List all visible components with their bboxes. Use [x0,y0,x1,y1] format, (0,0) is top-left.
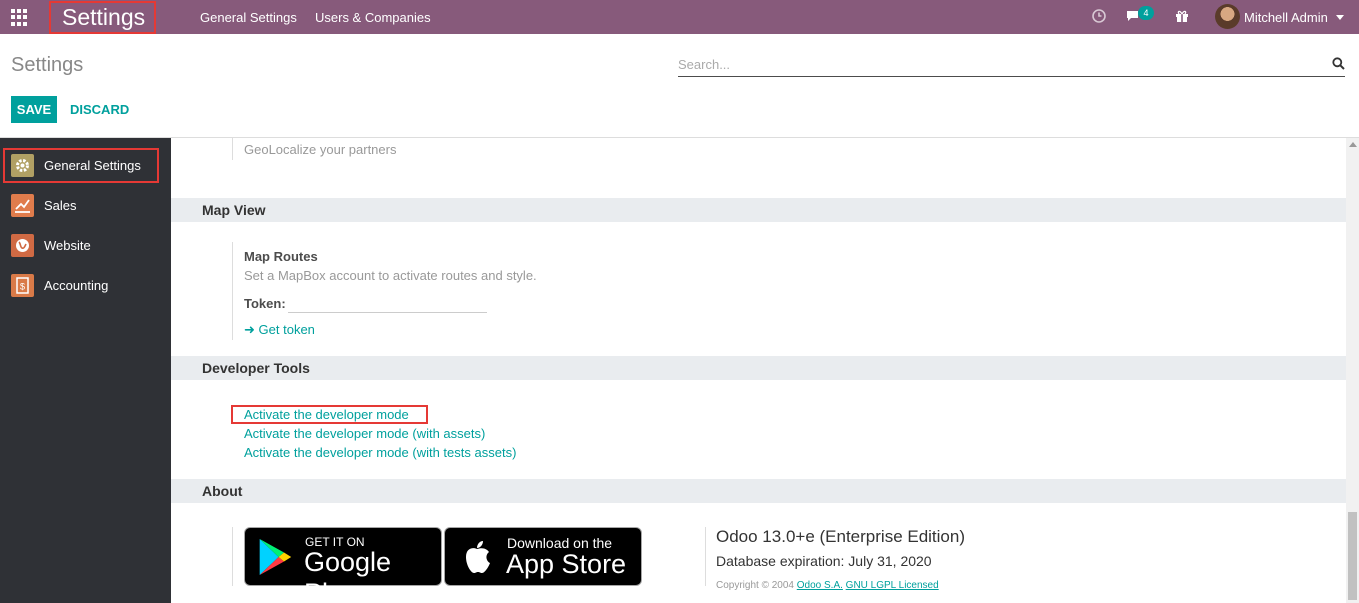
activity-clock-icon[interactable] [1091,8,1107,24]
globe-icon [11,234,34,257]
sidebar-highlight-box [3,148,159,183]
sidebar-item-label: Sales [44,198,77,213]
messages-count-badge: 4 [1138,6,1154,20]
section-about: About [171,479,1346,503]
map-routes-description: Set a MapBox account to activate routes … [244,268,537,283]
app-title-highlight-box [49,1,156,34]
sidebar-item-sales[interactable]: Sales [0,186,171,226]
invoice-icon: $ [11,274,34,297]
apple-icon [466,541,490,573]
top-navbar: Settings General Settings Users & Compan… [0,0,1359,34]
database-expiration: Database expiration: July 31, 2020 [716,553,932,569]
app-store-big-text: App Store [506,549,627,579]
scroll-thumb[interactable] [1348,512,1357,600]
sidebar-item-accounting[interactable]: $ Accounting [0,266,171,306]
user-menu[interactable]: Mitchell Admin [1244,10,1328,25]
license-link[interactable]: GNU LGPL Licensed [846,580,939,591]
odoo-version: Odoo 13.0+e (Enterprise Edition) [716,527,966,546]
token-field[interactable] [288,293,487,313]
developer-mode-highlight-box [231,405,428,424]
chevron-down-icon[interactable] [1336,15,1344,20]
gift-icon[interactable] [1174,8,1190,24]
section-title: Map View [202,202,266,218]
section-developer-tools: Developer Tools [171,356,1346,380]
activate-developer-mode-assets-link[interactable]: Activate the developer mode (with assets… [244,426,485,441]
setting-divider [705,527,706,586]
page-title: Settings [11,54,84,76]
activate-developer-mode-tests-link[interactable]: Activate the developer mode (with tests … [244,445,516,460]
google-play-icon [259,539,292,575]
scroll-up-arrow-icon[interactable] [1349,142,1357,147]
geolocalize-text: GeoLocalize your partners [244,142,397,157]
google-play-badge[interactable]: GET IT ON Google Play [244,527,442,603]
setting-divider [232,242,233,340]
setting-divider [232,527,233,586]
setting-divider [232,138,233,160]
discard-button[interactable]: DISCARD [70,102,129,117]
chart-icon [11,194,34,217]
section-title: About [202,483,243,499]
map-routes-title: Map Routes [244,249,318,264]
menu-users-companies[interactable]: Users & Companies [315,10,431,25]
content-scrollbar[interactable] [1346,138,1359,603]
search-icon[interactable] [1332,57,1345,70]
google-play-big-text: Google Play [304,547,392,603]
user-avatar[interactable] [1215,4,1240,29]
odoo-sa-link[interactable]: Odoo S.A. [797,580,843,591]
get-token-link[interactable]: ➜ Get token [244,322,315,338]
section-map-view: Map View [171,198,1346,222]
menu-general-settings[interactable]: General Settings [200,10,297,25]
search-input[interactable] [678,53,1345,77]
arrow-right-icon: ➜ [244,322,255,337]
save-button[interactable]: SAVE [11,96,57,123]
settings-sidebar: General Settings Sales Website $ Account… [0,138,171,603]
sidebar-item-label: Accounting [44,278,109,293]
copyright-text: Copyright © 2004 Odoo S.A. GNU LGPL Lice… [716,580,939,591]
svg-text:$: $ [20,282,25,292]
app-store-badge[interactable]: Download on the App Store [444,527,642,586]
token-label: Token: [244,296,286,311]
section-title: Developer Tools [202,360,310,376]
sidebar-item-label: Website [44,238,91,253]
apps-menu-icon[interactable] [11,9,28,26]
settings-content: GeoLocalize your partners Map View Map R… [171,138,1346,603]
sidebar-item-website[interactable]: Website [0,226,171,266]
